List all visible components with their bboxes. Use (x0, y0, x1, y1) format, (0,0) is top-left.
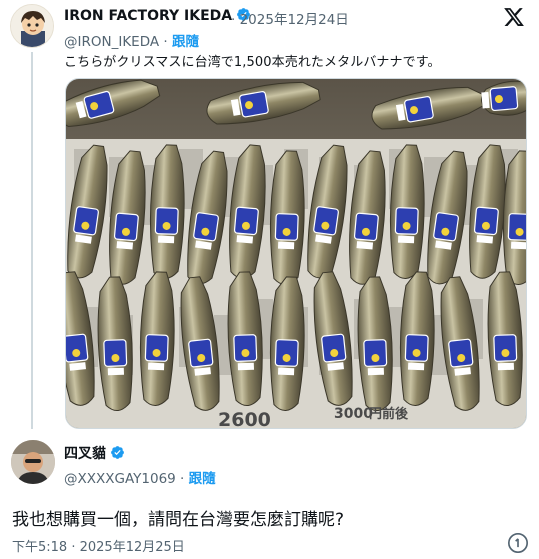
metal-bananas-photo: 2600 3000 円前後 (66, 79, 526, 429)
newspaper-number-2600: 2600 (218, 409, 271, 429)
reply-display-name[interactable]: 四叉貓 (64, 446, 106, 462)
avatar-cartoon (11, 5, 53, 47)
reply-text: 我也想購買一個，請問在台灣要怎麼訂購呢? (12, 510, 345, 530)
tweet-photo[interactable]: 2600 3000 円前後 (65, 78, 527, 429)
reply-handle-row: @XXXXGAY1069 · 跟隨 (64, 471, 216, 487)
reply-timestamp[interactable]: 下午5:18 · 2025年12月25日 (12, 536, 185, 555)
newspaper-text: 円前後 (369, 406, 409, 422)
reply-time[interactable]: 下午5:18 (12, 540, 67, 555)
newspaper-number-3000: 3000 (334, 406, 373, 422)
x-logo-icon[interactable] (503, 6, 525, 28)
reply-date[interactable]: 2025年12月25日 (80, 540, 185, 555)
follow-link[interactable]: 跟隨 (172, 34, 199, 50)
author-handle[interactable]: @IRON_IKEDA (64, 34, 159, 50)
reply-follow-link[interactable]: 跟隨 (189, 471, 216, 487)
author-name[interactable]: IRON FACTORY IKEDA (64, 7, 251, 24)
more-options-icon[interactable] (507, 532, 529, 554)
display-name[interactable]: IRON FACTORY IKEDA (64, 8, 232, 24)
verified-badge-icon (111, 446, 124, 459)
reply-author-name[interactable]: 四叉貓 (64, 443, 125, 463)
tweet-date[interactable]: · 2025年12月24日 (231, 8, 349, 28)
reply-avatar-photo (11, 440, 55, 484)
reply-avatar[interactable] (11, 440, 55, 484)
tweet-date-text[interactable]: 2025年12月24日 (240, 12, 349, 28)
reply-handle[interactable]: @XXXXGAY1069 (64, 471, 176, 487)
author-handle-row: @IRON_IKEDA · 跟隨 (64, 34, 199, 50)
tweet-text: こちらがクリスマスに台湾で1,500本売れたメタルバナナです。 (64, 55, 441, 70)
avatar[interactable] (10, 4, 54, 48)
thread-line (31, 52, 33, 429)
